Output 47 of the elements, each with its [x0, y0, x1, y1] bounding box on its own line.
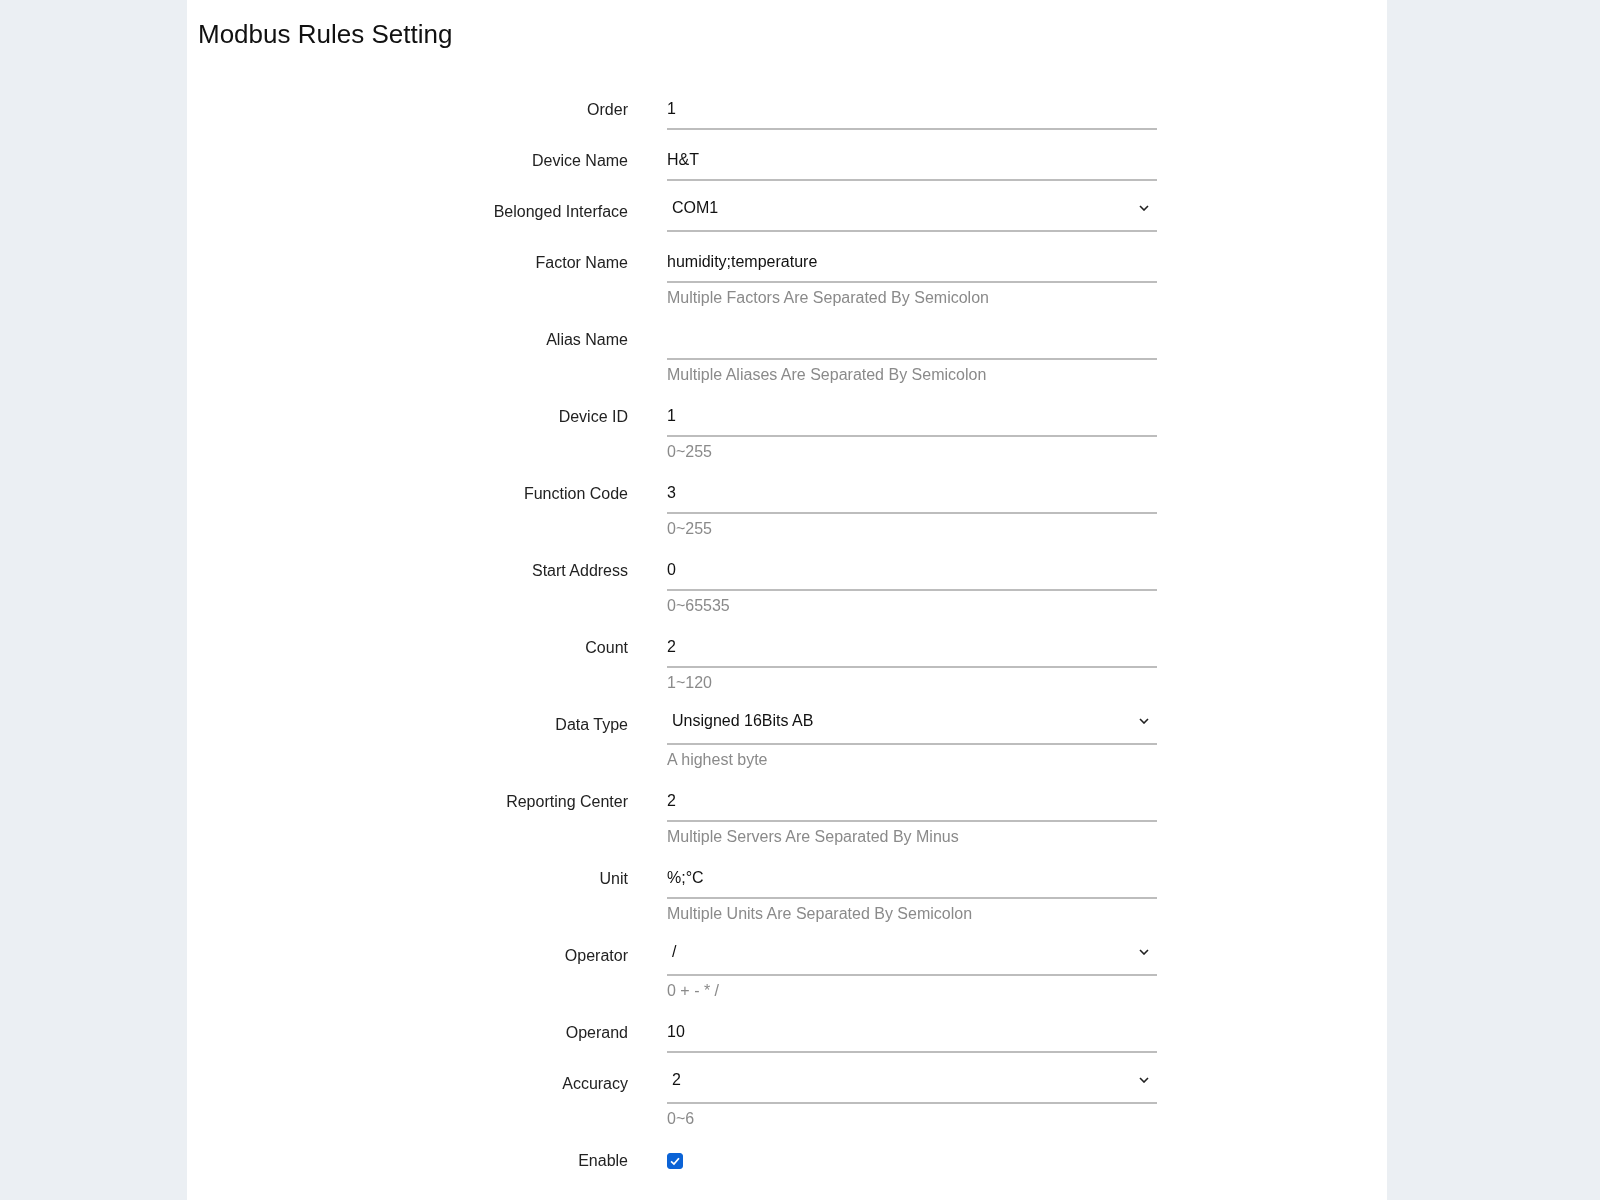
dropdown[interactable]: COM1 [667, 192, 1157, 232]
text-field[interactable]: 2 [667, 628, 1157, 668]
text-field[interactable]: humidity;temperature [667, 243, 1157, 283]
field-label: Unit [598, 869, 628, 889]
hint-text: 0 + - * / [667, 981, 721, 1001]
field-label: Enable [577, 1151, 628, 1171]
hint-text: Multiple Aliases Are Separated By Semicolon [667, 365, 988, 385]
text-field[interactable]: 1 [667, 90, 1157, 130]
chevron-down-icon [1139, 718, 1149, 724]
hint-text: Multiple Units Are Separated By Semicolon [667, 904, 974, 924]
chevron-down-icon [1139, 205, 1149, 211]
field-label: Order [586, 100, 628, 120]
chevron-down-icon [1139, 949, 1149, 955]
field-label: Belonged Interface [492, 202, 628, 222]
dropdown[interactable]: / [667, 936, 1157, 976]
field-label: Start Address [530, 561, 628, 581]
checkbox[interactable] [667, 1153, 683, 1169]
text-field[interactable]: 2 [667, 782, 1157, 822]
hint-text: 0~65535 [667, 596, 731, 616]
field-label: Device ID [557, 407, 628, 427]
text-field[interactable]: 1 [667, 397, 1157, 437]
field-label: Function Code [522, 484, 628, 504]
field-label: Operand [564, 1023, 628, 1043]
field-label: Count [584, 638, 628, 658]
field-label: Device Name [530, 151, 628, 171]
field-label: Alias Name [545, 330, 628, 350]
hint-text: A highest byte [667, 750, 769, 770]
dropdown[interactable]: Unsigned 16Bits AB [667, 705, 1157, 745]
hint-text: 0~6 [667, 1109, 696, 1129]
page-title: Modbus Rules Setting [198, 18, 454, 51]
field-label: Data Type [554, 715, 628, 735]
text-field[interactable]: 10 [667, 1013, 1157, 1053]
text-field[interactable]: 3 [667, 474, 1157, 514]
hint-text: 1~120 [667, 673, 713, 693]
field-label: Operator [563, 946, 628, 966]
field-label: Factor Name [534, 253, 628, 273]
hint-text: Multiple Servers Are Separated By Minus [667, 827, 960, 847]
dropdown[interactable]: 2 [667, 1064, 1157, 1104]
text-field[interactable]: 0 [667, 551, 1157, 591]
hint-text: Multiple Factors Are Separated By Semicolon [667, 288, 990, 308]
chevron-down-icon [1139, 1077, 1149, 1083]
text-field[interactable]: H&T [667, 141, 1157, 181]
hint-text: 0~255 [667, 442, 713, 462]
hint-text: 0~255 [667, 519, 713, 539]
field-label: Accuracy [561, 1074, 628, 1094]
field-label: Reporting Center [505, 792, 628, 812]
text-field[interactable]: %;°C [667, 859, 1157, 899]
